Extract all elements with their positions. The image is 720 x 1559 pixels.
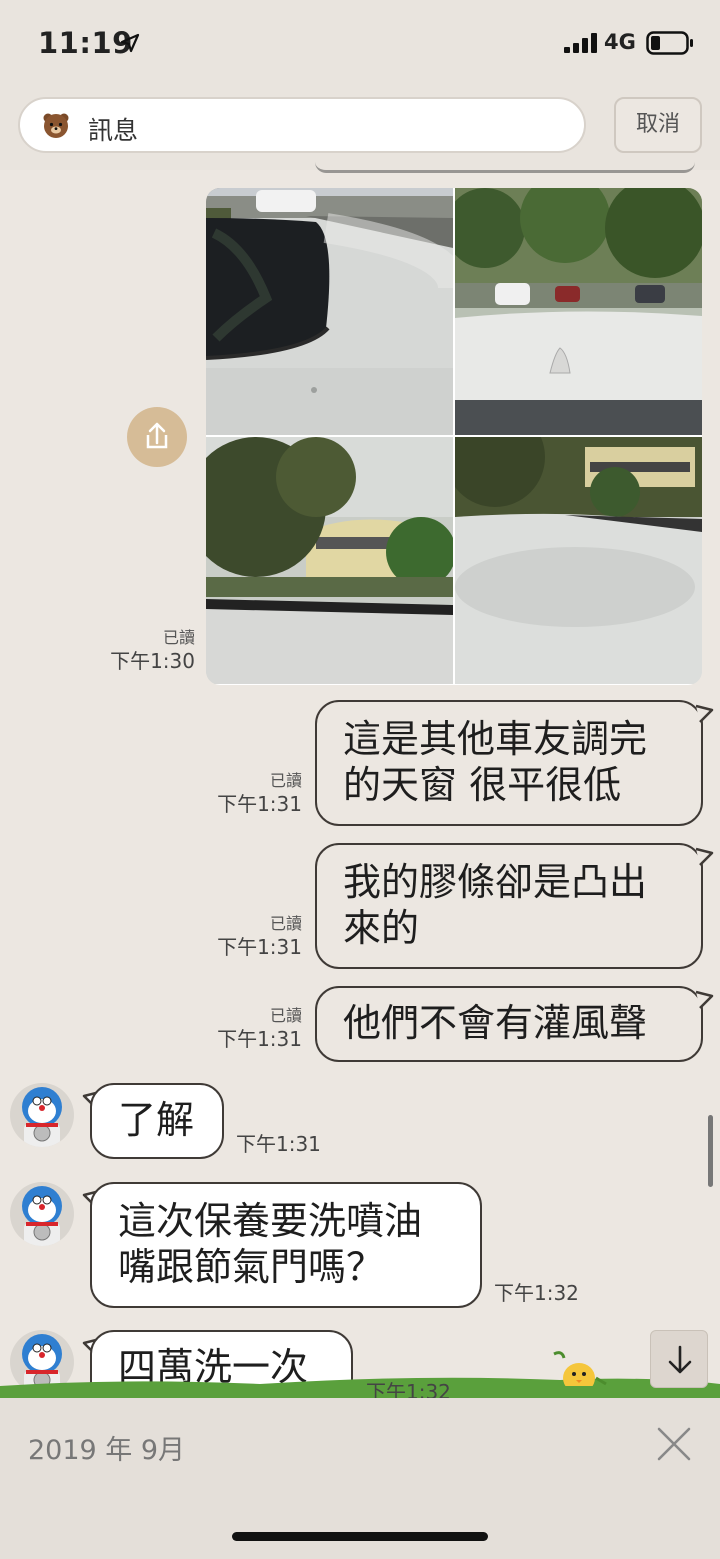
photo-roof-antenna[interactable] (455, 188, 702, 435)
message-bubble-incoming[interactable]: 這次保養要洗噴油 嘴跟節氣門嗎？ (90, 1182, 482, 1308)
message-line: 這是其他車友調完 (343, 717, 648, 761)
read-receipt: 已讀 (269, 914, 302, 933)
share-button[interactable] (127, 407, 187, 467)
message-time: 下午1:31 (217, 792, 302, 816)
battery-icon (646, 31, 693, 55)
search-placeholder: 訊息 (88, 116, 139, 145)
home-indicator[interactable] (232, 1532, 488, 1541)
date-filter-bar: 2019 年 9月 (0, 1398, 720, 1559)
scroll-to-bottom-button[interactable] (650, 1330, 708, 1388)
read-receipt: 已讀 (162, 628, 195, 647)
message-bubble-outgoing[interactable]: 這是其他車友調完 的天窗 很平很低 (315, 700, 703, 826)
message-bubble-incoming[interactable]: 了解 (90, 1083, 224, 1159)
share-icon (146, 422, 168, 449)
network-type: 4G (604, 30, 636, 54)
message-meta: 已讀 下午1:31 (180, 914, 302, 960)
location-arrow-icon (120, 33, 140, 53)
message-bubble-outgoing[interactable]: 我的膠條卻是凸出 來的 (315, 843, 703, 969)
bubble-tail (696, 990, 714, 1009)
doraemon-avatar (10, 1083, 74, 1147)
photo-album-grid[interactable] (206, 188, 702, 685)
date-label[interactable]: 2019 年 9月 (28, 1428, 185, 1467)
bubble-tail (696, 704, 714, 723)
brown-bear-icon (43, 113, 69, 138)
cellular-signal-icon (564, 33, 597, 53)
message-meta: 已讀 下午1:31 (180, 771, 302, 817)
arrow-down-icon (668, 1345, 692, 1374)
read-receipt: 已讀 (269, 771, 302, 790)
previous-bubble-edge (315, 162, 695, 173)
photo-sunroof-top[interactable] (206, 188, 453, 435)
message-line: 的天窗 很平很低 (343, 763, 622, 807)
contact-avatar[interactable] (10, 1083, 74, 1147)
contact-avatar[interactable] (10, 1182, 74, 1246)
close-icon[interactable] (656, 1426, 692, 1462)
message-line: 我的膠條卻是凸出 (343, 860, 648, 904)
search-input[interactable]: 訊息 (18, 97, 586, 153)
grass-decoration (0, 1377, 720, 1398)
message-line: 這次保養要洗噴油 (118, 1199, 423, 1243)
message-time: 下午1:30 (110, 649, 195, 673)
message-time: 下午1:31 (236, 1132, 321, 1156)
doraemon-avatar (10, 1182, 74, 1246)
cancel-button[interactable]: 取消 (614, 97, 702, 153)
status-bar: 11:19 4G (0, 0, 720, 88)
message-bubble-outgoing[interactable]: 他們不會有灌風聲 (315, 986, 703, 1062)
photo-message-meta: 已讀 下午1:30 (80, 628, 195, 674)
photo-trees-building[interactable] (206, 437, 453, 684)
message-time: 下午1:31 (217, 1027, 302, 1051)
bubble-tail (696, 847, 714, 866)
status-time: 11:19 (38, 26, 133, 60)
chick-sticker-icon (553, 1351, 607, 1386)
message-time: 下午1:32 (494, 1281, 579, 1305)
message-line: 來的 (343, 906, 420, 950)
read-receipt: 已讀 (269, 1006, 302, 1025)
message-meta: 已讀 下午1:31 (180, 1006, 302, 1052)
message-line: 了解 (118, 1098, 195, 1142)
scrollbar[interactable] (708, 1115, 713, 1187)
photo-roof-reflection[interactable] (455, 437, 702, 684)
message-line: 他們不會有灌風聲 (343, 1001, 648, 1045)
message-line: 嘴跟節氣門嗎？ (118, 1245, 385, 1289)
message-time: 下午1:31 (217, 935, 302, 959)
